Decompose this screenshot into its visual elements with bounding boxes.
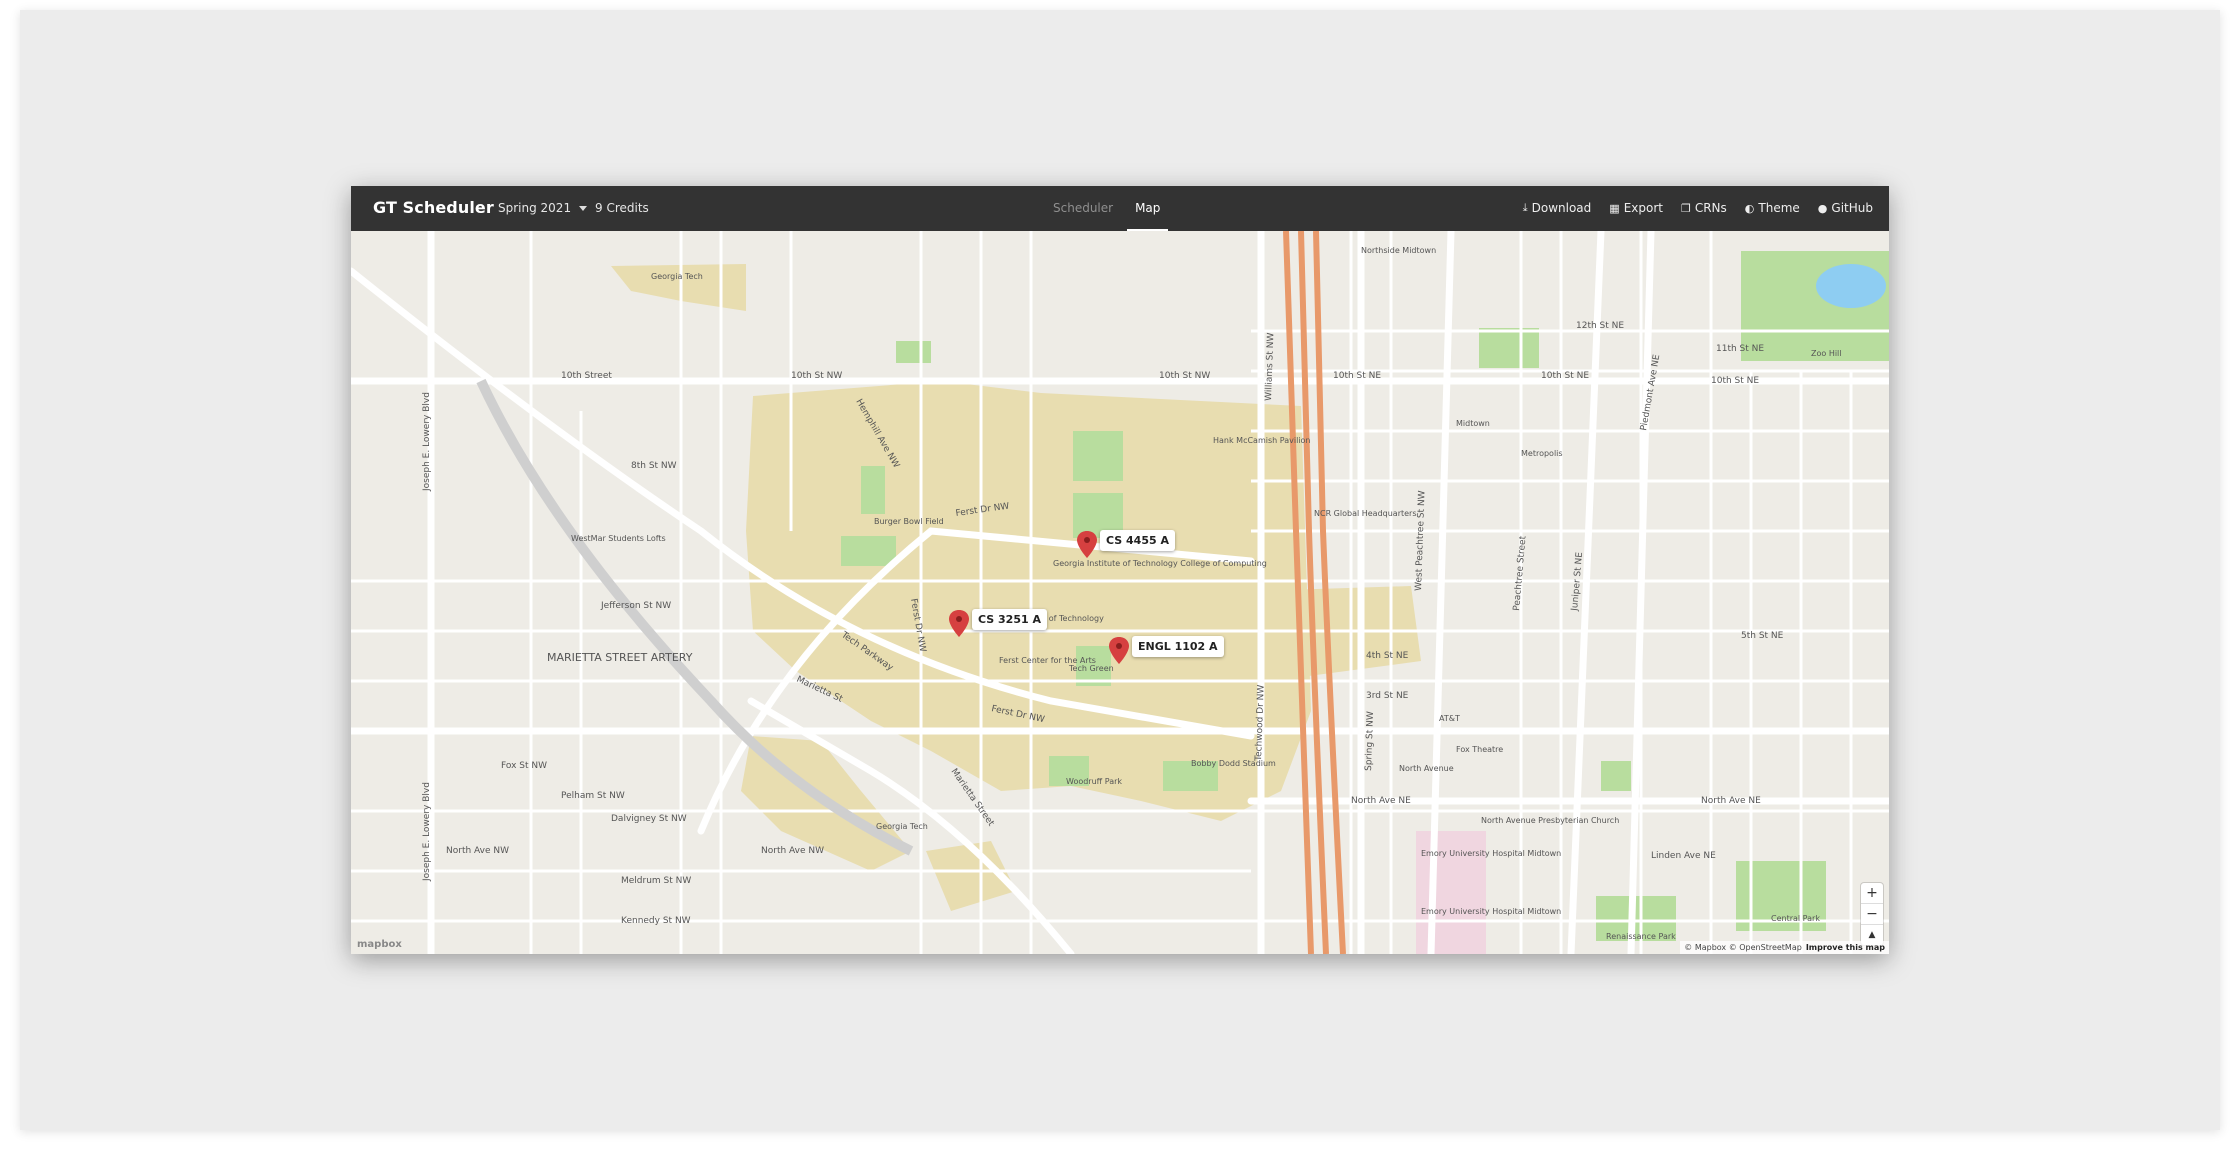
map-attribution: © Mapbox © OpenStreetMap Improve this map: [1680, 941, 1889, 954]
adjust-icon: ◐: [1744, 201, 1755, 215]
map-svg: 10th St NW 10th Street 10th St NW 10th S…: [351, 227, 1889, 954]
poi-label: Georgia Institute of Technology College …: [1053, 559, 1267, 568]
poi-label: WestMar Students Lofts: [571, 534, 666, 543]
poi-label: Midtown: [1456, 419, 1490, 428]
poi-label: Georgia Tech: [651, 272, 703, 281]
export-button[interactable]: ▦ Export: [1609, 201, 1663, 215]
street-label: 4th St NE: [1366, 651, 1409, 661]
poi-label: Emory University Hospital Midtown: [1421, 849, 1561, 858]
poi-label: Woodruff Park: [1066, 777, 1122, 786]
street-label: Jefferson St NW: [600, 601, 671, 611]
street-label: 11th St NE: [1716, 344, 1764, 354]
theme-label: Theme: [1758, 201, 1800, 215]
term-select[interactable]: Spring 2021: [498, 201, 588, 215]
chevron-down-icon: [579, 206, 588, 211]
export-label: Export: [1623, 201, 1663, 215]
github-icon: ●: [1817, 201, 1828, 215]
neighborhood-label: MARIETTA STREET ARTERY: [547, 651, 693, 664]
street-label: Spring St NW: [1364, 711, 1376, 771]
street-label: 3rd St NE: [1366, 691, 1409, 701]
zoom-controls: + − ▲: [1861, 883, 1883, 945]
street-label: 10th St NE: [1333, 371, 1381, 381]
navbar: GT Scheduler Spring 2021 9 Credits Sched…: [351, 186, 1889, 231]
navbar-actions: ⤓ Download ▦ Export ❐ CRNs ◐ Theme ● GitHub: [1505, 201, 1873, 215]
theme-button[interactable]: ◐ Theme: [1745, 201, 1800, 215]
street-label: North Ave NW: [761, 846, 824, 856]
tab-scheduler[interactable]: Scheduler: [1045, 186, 1121, 231]
street-label: North Ave NE: [1701, 796, 1761, 806]
poi-label: North Avenue: [1399, 764, 1454, 773]
poi-label: NCR Global Headquarters: [1314, 509, 1417, 518]
street-label: Joseph E. Lowery Blvd: [422, 392, 432, 492]
crns-button[interactable]: ❐ CRNs: [1681, 201, 1727, 215]
poi-label: Ferst Center for the Arts: [999, 656, 1096, 665]
crns-label: CRNs: [1694, 201, 1727, 215]
street-label: Dalvigney St NW: [611, 814, 687, 824]
tab-map[interactable]: Map: [1127, 186, 1169, 231]
poi-label: North Avenue Presbyterian Church: [1481, 816, 1619, 825]
zoom-in-button[interactable]: +: [1861, 883, 1883, 904]
poi-label: Renaissance Park: [1606, 932, 1676, 941]
download-icon: ⤓: [1522, 201, 1528, 214]
street-label: Pelham St NW: [561, 791, 625, 801]
street-label: 12th St NE: [1576, 321, 1624, 331]
improve-map-link[interactable]: Improve this map: [1806, 943, 1885, 952]
app-window: GT Scheduler Spring 2021 9 Credits Sched…: [351, 186, 1889, 954]
poi-label: Central Park: [1771, 914, 1820, 923]
download-button[interactable]: ⤓ Download: [1523, 201, 1592, 215]
street-label: North Ave NW: [446, 846, 509, 856]
poi-label: Bobby Dodd Stadium: [1191, 759, 1276, 768]
street-label: Linden Ave NE: [1651, 851, 1716, 861]
street-label: 5th St NE: [1741, 631, 1784, 641]
street-label: 8th St NW: [631, 461, 677, 471]
app-brand[interactable]: GT Scheduler: [373, 198, 494, 217]
marker-label-engl1102[interactable]: ENGL 1102 A: [1132, 636, 1224, 657]
attribution-text[interactable]: © Mapbox © OpenStreetMap: [1684, 943, 1802, 952]
street-label: 10th St NW: [791, 371, 842, 381]
street-label: Meldrum St NW: [621, 876, 691, 886]
poi-label: AT&T: [1439, 714, 1460, 723]
download-label: Download: [1531, 201, 1592, 215]
lake: [1816, 264, 1886, 308]
poi-label: Burger Bowl Field: [874, 517, 944, 526]
poi-label: Fox Theatre: [1456, 745, 1503, 754]
street-label: North Ave NE: [1351, 796, 1411, 806]
poi-label: Tech Green: [1068, 664, 1114, 673]
map-canvas[interactable]: 10th St NW 10th Street 10th St NW 10th S…: [351, 227, 1889, 954]
marker-label-cs4455[interactable]: CS 4455 A: [1100, 530, 1175, 551]
credits-count: 9 Credits: [595, 201, 649, 215]
poi-label: Emory University Hospital Midtown: [1421, 907, 1561, 916]
street-label: Joseph E. Lowery Blvd: [422, 782, 432, 882]
poi-label: Metropolis: [1521, 449, 1563, 458]
zoom-out-button[interactable]: −: [1861, 904, 1883, 925]
poi-label: Zoo Hill: [1811, 349, 1842, 358]
street-label: 10th Street: [561, 371, 612, 381]
street-label: 10th St NW: [1159, 371, 1210, 381]
street-label: Kennedy St NW: [621, 916, 691, 926]
calendar-icon: ▦: [1609, 201, 1620, 215]
github-button[interactable]: ● GitHub: [1818, 201, 1873, 215]
street-label: 10th St NE: [1541, 371, 1589, 381]
view-tabs: Scheduler Map: [1045, 186, 1174, 231]
poi-label: Georgia Tech: [876, 822, 928, 831]
poi-label: Northside Midtown: [1361, 246, 1436, 255]
poi-label: Hank McCamish Pavilion: [1213, 436, 1310, 445]
term-label: Spring 2021: [498, 201, 572, 215]
mapbox-logo[interactable]: mapbox: [357, 939, 402, 950]
copy-icon: ❐: [1680, 201, 1691, 215]
marker-label-cs3251[interactable]: CS 3251 A: [972, 609, 1047, 630]
street-label: Fox St NW: [501, 761, 547, 771]
github-label: GitHub: [1831, 201, 1873, 215]
street-label: 10th St NE: [1711, 376, 1759, 386]
